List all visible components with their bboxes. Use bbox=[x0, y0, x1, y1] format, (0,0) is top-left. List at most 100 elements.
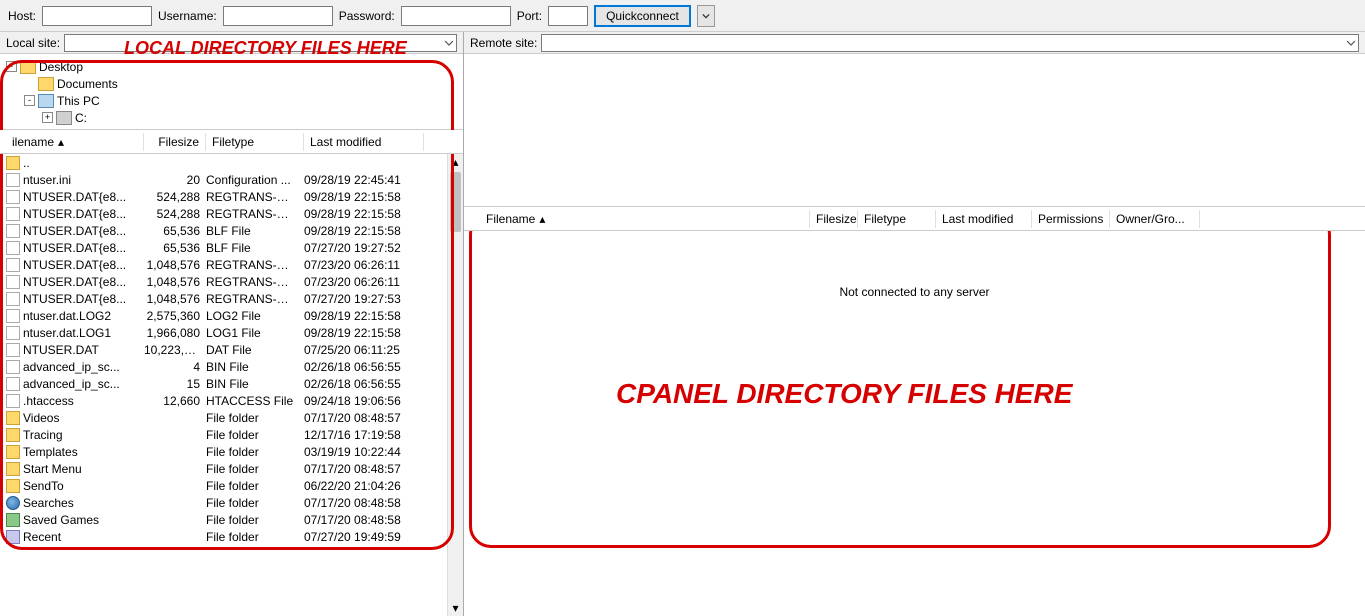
file-row[interactable]: ntuser.dat.LOG11,966,080LOG1 File09/28/1… bbox=[0, 324, 463, 341]
col-permissions[interactable]: Permissions bbox=[1032, 210, 1110, 228]
username-label: Username: bbox=[158, 9, 217, 23]
file-row[interactable]: NTUSER.DAT{e8...524,288REGTRANS-MS...09/… bbox=[0, 205, 463, 222]
remote-tree[interactable] bbox=[464, 54, 1365, 207]
folder-icon bbox=[6, 462, 20, 476]
file-row[interactable]: NTUSER.DAT{e8...1,048,576REGTRANS-MS...0… bbox=[0, 273, 463, 290]
file-name: Searches bbox=[23, 496, 74, 510]
file-size: 12,660 bbox=[144, 394, 206, 408]
tree-label: Desktop bbox=[39, 60, 83, 74]
file-row[interactable]: Saved GamesFile folder07/17/20 08:48:58 bbox=[0, 511, 463, 528]
file-name: Recent bbox=[23, 530, 61, 544]
file-row[interactable]: SearchesFile folder07/17/20 08:48:58 bbox=[0, 494, 463, 511]
file-row[interactable]: NTUSER.DAT{e8...1,048,576REGTRANS-MS...0… bbox=[0, 290, 463, 307]
local-site-combo[interactable] bbox=[64, 34, 457, 52]
password-input[interactable] bbox=[401, 6, 511, 26]
local-site-label: Local site: bbox=[6, 36, 60, 50]
file-type: File folder bbox=[206, 411, 304, 425]
file-lastmod: 07/17/20 08:48:58 bbox=[304, 513, 424, 527]
scrollbar[interactable]: ▴ ▾ bbox=[447, 154, 463, 616]
file-row[interactable]: ntuser.dat.LOG22,575,360LOG2 File09/28/1… bbox=[0, 307, 463, 324]
remote-site-bar: Remote site: bbox=[464, 32, 1365, 54]
file-row[interactable]: NTUSER.DAT{e8...524,288REGTRANS-MS...09/… bbox=[0, 188, 463, 205]
local-site-bar: Local site: bbox=[0, 32, 463, 54]
col-lastmod[interactable]: Last modified bbox=[304, 133, 424, 151]
file-name: NTUSER.DAT bbox=[23, 343, 99, 357]
file-row[interactable]: advanced_ip_sc...15BIN File02/26/18 06:5… bbox=[0, 375, 463, 392]
host-input[interactable] bbox=[42, 6, 152, 26]
local-columns-header[interactable]: ilename▴ Filesize Filetype Last modified bbox=[0, 130, 463, 154]
file-lastmod: 07/27/20 19:49:59 bbox=[304, 530, 424, 544]
file-type: BIN File bbox=[206, 377, 304, 391]
col-filesize[interactable]: Filesize bbox=[810, 210, 858, 228]
sort-icon: ▴ bbox=[58, 135, 64, 149]
col-filesize[interactable]: Filesize bbox=[144, 133, 206, 151]
recent-icon bbox=[6, 530, 20, 544]
file-row[interactable]: NTUSER.DAT10,223,616DAT File07/25/20 06:… bbox=[0, 341, 463, 358]
remote-panel: Remote site: Filename▴ Filesize Filetype… bbox=[464, 32, 1365, 616]
file-size: 4 bbox=[144, 360, 206, 374]
file-icon bbox=[6, 377, 20, 391]
file-row[interactable]: NTUSER.DAT{e8...65,536BLF File09/28/19 2… bbox=[0, 222, 463, 239]
file-row[interactable]: Start MenuFile folder07/17/20 08:48:57 bbox=[0, 460, 463, 477]
quickconnect-dropdown-button[interactable] bbox=[697, 5, 715, 27]
file-lastmod: 07/23/20 06:26:11 bbox=[304, 275, 424, 289]
file-row[interactable]: SendToFile folder06/22/20 21:04:26 bbox=[0, 477, 463, 494]
quickconnect-button[interactable]: Quickconnect bbox=[594, 5, 691, 27]
tree-item[interactable]: -This PC bbox=[6, 92, 457, 109]
file-row[interactable]: .. bbox=[0, 154, 463, 171]
local-tree[interactable]: - DesktopDocuments-This PC+C: bbox=[0, 54, 463, 130]
file-size: 2,575,360 bbox=[144, 309, 206, 323]
file-icon bbox=[6, 275, 20, 289]
tree-expander[interactable]: + bbox=[42, 112, 53, 123]
file-icon bbox=[6, 190, 20, 204]
col-filename[interactable]: Filename▴ bbox=[480, 210, 810, 228]
file-lastmod: 09/28/19 22:15:58 bbox=[304, 207, 424, 221]
file-icon bbox=[6, 207, 20, 221]
port-input[interactable] bbox=[548, 6, 588, 26]
tree-item[interactable]: - Desktop bbox=[6, 58, 457, 75]
scroll-thumb[interactable] bbox=[450, 172, 461, 232]
remote-columns-header[interactable]: Filename▴ Filesize Filetype Last modifie… bbox=[464, 207, 1365, 231]
file-row[interactable]: advanced_ip_sc...4BIN File02/26/18 06:56… bbox=[0, 358, 463, 375]
col-owner[interactable]: Owner/Gro... bbox=[1110, 210, 1200, 228]
scroll-up-icon[interactable]: ▴ bbox=[448, 154, 463, 170]
file-name: NTUSER.DAT{e8... bbox=[23, 275, 126, 289]
file-type: HTACCESS File bbox=[206, 394, 304, 408]
file-type: LOG1 File bbox=[206, 326, 304, 340]
scroll-down-icon[interactable]: ▾ bbox=[448, 600, 463, 616]
username-input[interactable] bbox=[223, 6, 333, 26]
col-filetype[interactable]: Filetype bbox=[858, 210, 936, 228]
file-type: File folder bbox=[206, 530, 304, 544]
file-row[interactable]: TemplatesFile folder03/19/19 10:22:44 bbox=[0, 443, 463, 460]
file-row[interactable]: TracingFile folder12/17/16 17:19:58 bbox=[0, 426, 463, 443]
col-filetype[interactable]: Filetype bbox=[206, 133, 304, 151]
tree-expander[interactable]: - bbox=[6, 61, 17, 72]
file-row[interactable]: NTUSER.DAT{e8...65,536BLF File07/27/20 1… bbox=[0, 239, 463, 256]
file-row[interactable]: VideosFile folder07/17/20 08:48:57 bbox=[0, 409, 463, 426]
file-lastmod: 06/22/20 21:04:26 bbox=[304, 479, 424, 493]
file-row[interactable]: ntuser.ini20Configuration ...09/28/19 22… bbox=[0, 171, 463, 188]
file-row[interactable]: .htaccess12,660HTACCESS File09/24/18 19:… bbox=[0, 392, 463, 409]
file-icon bbox=[6, 309, 20, 323]
file-row[interactable]: NTUSER.DAT{e8...1,048,576REGTRANS-MS...0… bbox=[0, 256, 463, 273]
file-name: NTUSER.DAT{e8... bbox=[23, 258, 126, 272]
file-row[interactable]: Recent File folder07/27/20 19:49:59 bbox=[0, 528, 463, 545]
game-icon bbox=[6, 513, 20, 527]
remote-site-combo[interactable] bbox=[541, 34, 1359, 52]
col-filename[interactable]: ilename▴ bbox=[6, 133, 144, 151]
tree-item[interactable]: +C: bbox=[6, 109, 457, 126]
col-lastmod[interactable]: Last modified bbox=[936, 210, 1032, 228]
file-name: Tracing bbox=[23, 428, 63, 442]
port-label: Port: bbox=[517, 9, 542, 23]
remote-file-list[interactable]: Not connected to any server bbox=[464, 231, 1365, 616]
tree-item[interactable]: Documents bbox=[6, 75, 457, 92]
file-size: 1,048,576 bbox=[144, 258, 206, 272]
file-icon bbox=[6, 343, 20, 357]
file-name: NTUSER.DAT{e8... bbox=[23, 241, 126, 255]
local-file-list[interactable]: ..ntuser.ini20Configuration ...09/28/19 … bbox=[0, 154, 463, 616]
chevron-down-icon bbox=[1346, 38, 1356, 48]
file-lastmod: 09/28/19 22:15:58 bbox=[304, 190, 424, 204]
tree-expander[interactable]: - bbox=[24, 95, 35, 106]
file-name: Templates bbox=[23, 445, 78, 459]
file-size: 524,288 bbox=[144, 207, 206, 221]
